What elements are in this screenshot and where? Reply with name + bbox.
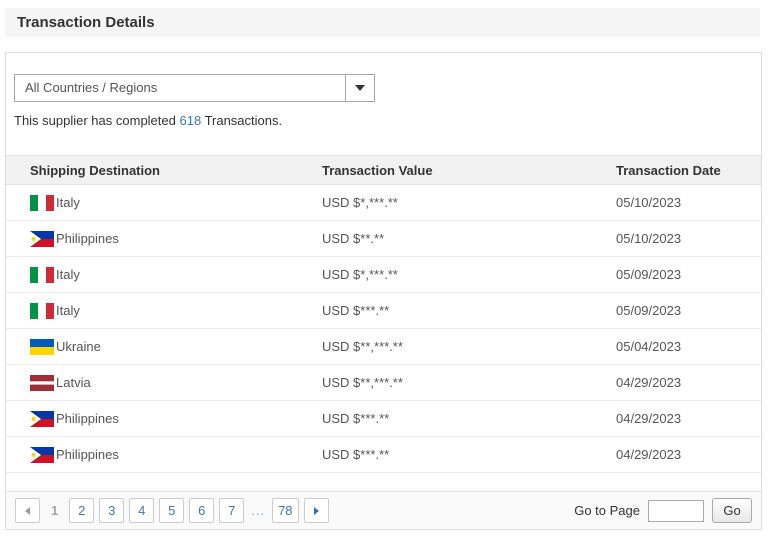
transactions-summary: This supplier has completed 618 Transact… — [6, 102, 761, 128]
flag-ukraine-icon — [30, 338, 54, 355]
filter-row: All Countries / Regions — [6, 53, 761, 102]
country-filter-dropdown[interactable]: All Countries / Regions — [14, 74, 375, 102]
destination-cell: Italy — [6, 302, 322, 319]
transaction-details-panel: All Countries / Regions This supplier ha… — [5, 52, 762, 530]
goto-page-group: Go to Page Go — [574, 498, 752, 523]
title-band: Transaction Details — [5, 8, 760, 37]
destination-cell: Italy — [6, 266, 322, 283]
table-row: Philippines USD $**.** 05/10/2023 — [6, 221, 761, 257]
arrow-right-icon — [313, 506, 319, 515]
destination-label: Philippines — [56, 411, 119, 426]
table-row: Italy USD $*,***.** 05/10/2023 — [6, 185, 761, 221]
destination-label: Italy — [56, 195, 80, 210]
table-body: Italy USD $*,***.** 05/10/2023 Philippines U… — [6, 185, 761, 473]
destination-label: Ukraine — [56, 339, 101, 354]
goto-page-input[interactable] — [648, 499, 704, 522]
table-row: Philippines USD $***.** 04/29/2023 — [6, 437, 761, 473]
page-button-7[interactable]: 7 — [219, 498, 245, 523]
destination-cell: Italy — [6, 194, 322, 211]
summary-suffix: Transactions. — [201, 113, 283, 128]
table-row: Italy USD $***.** 05/09/2023 — [6, 293, 761, 329]
destination-label: Philippines — [56, 447, 119, 462]
pagination-ellipsis: ... — [251, 503, 266, 518]
column-header-transaction-value: Transaction Value — [322, 162, 433, 178]
destination-cell: Philippines — [6, 230, 322, 247]
transaction-date: 04/29/2023 — [616, 375, 682, 390]
column-header-shipping-destination: Shipping Destination — [30, 162, 160, 178]
transaction-date: 04/29/2023 — [616, 411, 682, 426]
transaction-date: 05/09/2023 — [616, 267, 682, 282]
table-row: Italy USD $*,***.** 05/09/2023 — [6, 257, 761, 293]
goto-page-label: Go to Page — [574, 503, 640, 518]
column-header-transaction-date: Transaction Date — [616, 162, 721, 178]
transaction-value: USD $*,***.** — [322, 195, 398, 210]
flag-italy-icon — [30, 302, 54, 319]
flag-philippines-icon — [30, 446, 54, 463]
destination-cell: Philippines — [6, 410, 322, 427]
summary-prefix: This supplier has completed — [14, 113, 180, 128]
destination-cell: Ukraine — [6, 338, 322, 355]
transactions-table: Shipping Destination Transaction Value T… — [6, 155, 761, 473]
flag-latvia-icon — [30, 374, 54, 391]
transaction-value: USD $**,***.** — [322, 375, 403, 390]
current-page: 1 — [51, 503, 59, 518]
destination-label: Italy — [56, 303, 80, 318]
transaction-date: 05/10/2023 — [616, 231, 682, 246]
page-button-4[interactable]: 4 — [129, 498, 155, 523]
destination-label: Philippines — [56, 231, 119, 246]
destination-label: Italy — [56, 267, 80, 282]
transaction-value: USD $**.** — [322, 231, 385, 246]
flag-philippines-icon — [30, 230, 54, 247]
flag-philippines-icon — [30, 410, 54, 427]
country-filter-value: All Countries / Regions — [25, 80, 158, 95]
table-row: Latvia USD $**,***.** 04/29/2023 — [6, 365, 761, 401]
flag-italy-icon — [30, 194, 54, 211]
dropdown-arrow-box — [345, 75, 374, 101]
next-page-button[interactable] — [303, 498, 329, 523]
destination-cell: Philippines — [6, 446, 322, 463]
transaction-date: 04/29/2023 — [616, 447, 682, 462]
transactions-count-link[interactable]: 618 — [179, 113, 201, 128]
destination-cell: Latvia — [6, 374, 322, 391]
transaction-date: 05/09/2023 — [616, 303, 682, 318]
prev-page-button[interactable] — [15, 498, 40, 523]
page-button-78[interactable]: 78 — [272, 498, 299, 523]
arrow-left-icon — [25, 506, 30, 515]
transaction-value: USD $*,***.** — [322, 267, 398, 282]
transaction-value: USD $**,***.** — [322, 339, 403, 354]
destination-label: Latvia — [56, 375, 91, 390]
table-row: Philippines USD $***.** 04/29/2023 — [6, 401, 761, 437]
table-footer: 1 2 3 4 5 6 7... 78 Go to Page Go — [6, 491, 761, 529]
page-title: Transaction Details — [17, 14, 155, 31]
table-header-row: Shipping Destination Transaction Value T… — [6, 155, 761, 185]
page-button-3[interactable]: 3 — [99, 498, 125, 523]
go-button[interactable]: Go — [712, 498, 752, 523]
transaction-date: 05/04/2023 — [616, 339, 682, 354]
page-button-6[interactable]: 6 — [189, 498, 215, 523]
chevron-down-icon — [355, 85, 365, 91]
flag-italy-icon — [30, 266, 54, 283]
transaction-date: 05/10/2023 — [616, 195, 682, 210]
page-button-2[interactable]: 2 — [69, 498, 95, 523]
transaction-value: USD $***.** — [322, 303, 390, 318]
pagination: 1 2 3 4 5 6 7... 78 — [15, 498, 329, 523]
transaction-value: USD $***.** — [322, 411, 390, 426]
table-row: Ukraine USD $**,***.** 05/04/2023 — [6, 329, 761, 365]
page-button-5[interactable]: 5 — [159, 498, 185, 523]
transaction-value: USD $***.** — [322, 447, 390, 462]
